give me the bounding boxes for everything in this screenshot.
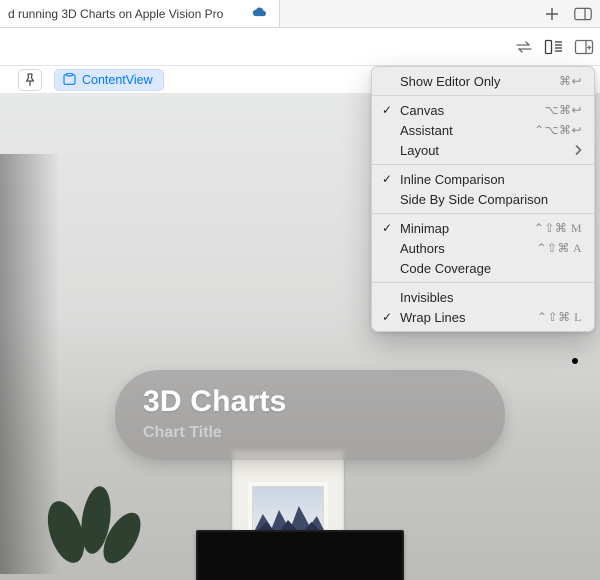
card-subtitle: Chart Title — [143, 424, 477, 442]
window-tab[interactable]: d running 3D Charts on Apple Vision Pro — [0, 0, 280, 27]
swift-file-icon — [63, 73, 76, 86]
menu-minimap[interactable]: ✓ Minimap ⌃⇧⌘ M — [372, 218, 594, 238]
menu-separator — [372, 213, 594, 214]
menu-canvas[interactable]: ✓ Canvas ⌥⌘↩ — [372, 100, 594, 120]
card-title: 3D Charts — [143, 386, 477, 418]
shortcut-label: ⌃⇧⌘ A — [536, 241, 582, 256]
shortcut-label: ⌃⇧⌘ M — [534, 221, 582, 236]
check-icon: ✓ — [382, 310, 394, 324]
menu-side-by-side-comparison[interactable]: Side By Side Comparison — [372, 189, 594, 209]
menu-wrap-lines[interactable]: ✓ Wrap Lines ⌃⇧⌘ L — [372, 307, 594, 327]
shortcut-label: ⌃⌥⌘↩ — [534, 123, 582, 138]
refresh-arrows-icon[interactable] — [514, 38, 534, 56]
new-tab-button[interactable] — [538, 0, 566, 28]
check-icon: ✓ — [382, 103, 394, 117]
plant-decor — [36, 460, 156, 580]
menu-authors[interactable]: Authors ⌃⇧⌘ A — [372, 238, 594, 258]
resize-handle[interactable] — [572, 358, 578, 364]
menu-layout[interactable]: Layout — [372, 140, 594, 160]
editor-options-icon[interactable] — [544, 38, 564, 56]
menu-separator — [372, 164, 594, 165]
shortcut-label: ⌃⇧⌘ L — [537, 310, 582, 325]
window-tab-bar: d running 3D Charts on Apple Vision Pro — [0, 0, 600, 28]
pin-button[interactable] — [18, 69, 42, 91]
menu-assistant[interactable]: Assistant ⌃⌥⌘↩ — [372, 120, 594, 140]
menu-separator — [372, 95, 594, 96]
shortcut-label: ⌘↩ — [559, 74, 582, 89]
menu-inline-comparison[interactable]: ✓ Inline Comparison — [372, 169, 594, 189]
breadcrumb-label: ContentView — [82, 73, 153, 87]
cloud-icon — [251, 7, 267, 21]
shortcut-label: ⌥⌘↩ — [545, 103, 582, 118]
check-icon: ✓ — [382, 221, 394, 235]
breadcrumb-chip[interactable]: ContentView — [54, 69, 164, 91]
check-icon: ✓ — [382, 172, 394, 186]
menu-code-coverage[interactable]: Code Coverage — [372, 258, 594, 278]
menu-invisibles[interactable]: Invisibles — [372, 287, 594, 307]
right-sidebar-toggle-icon[interactable] — [566, 0, 600, 28]
chart-title-card[interactable]: 3D Charts Chart Title — [115, 370, 505, 460]
editor-options-menu: Show Editor Only ⌘↩ ✓ Canvas ⌥⌘↩ Assista… — [371, 66, 595, 332]
menu-separator — [372, 282, 594, 283]
add-editor-icon[interactable] — [574, 38, 594, 56]
tab-title: d running 3D Charts on Apple Vision Pro — [8, 7, 245, 21]
menu-show-editor-only[interactable]: Show Editor Only ⌘↩ — [372, 71, 594, 91]
tv-screen — [196, 530, 404, 580]
editor-toolbar — [0, 28, 600, 66]
chevron-right-icon — [575, 143, 582, 158]
